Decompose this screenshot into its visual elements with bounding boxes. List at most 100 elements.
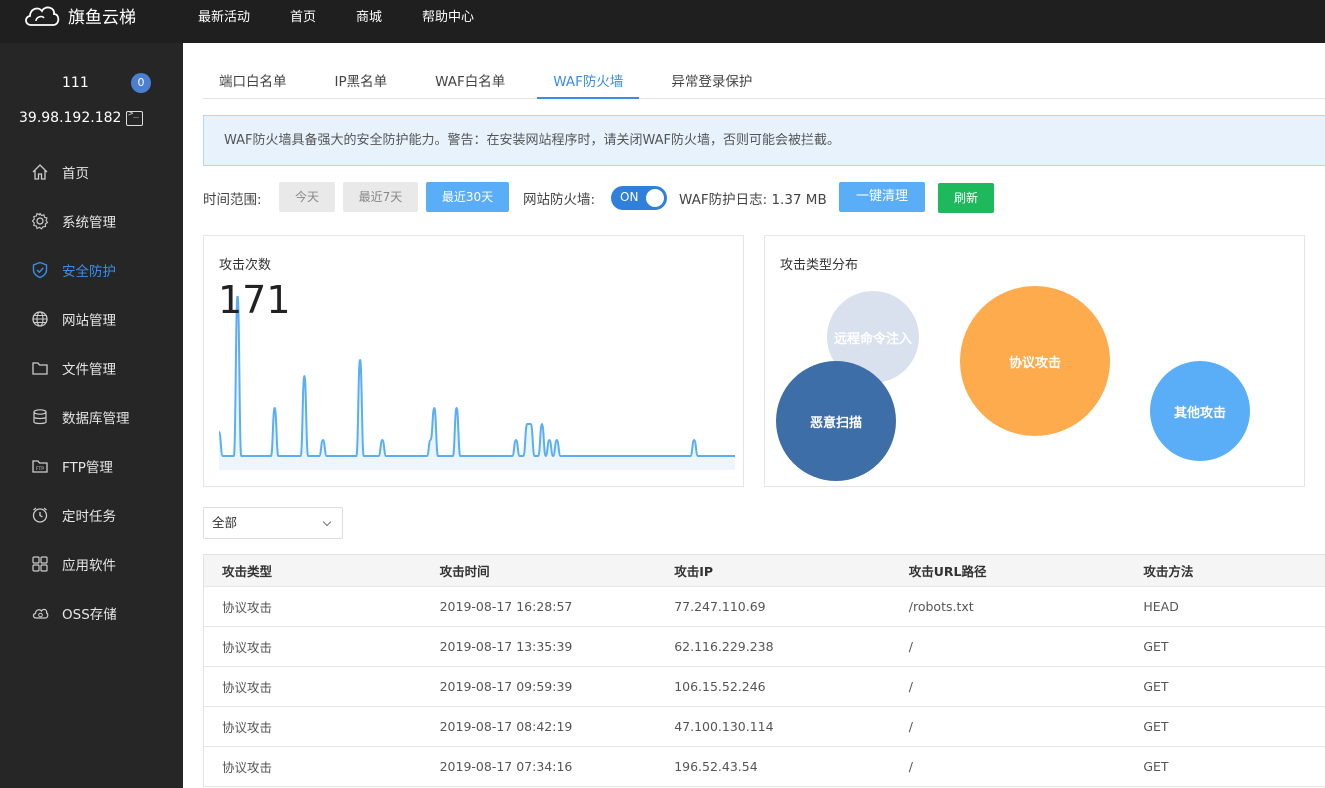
- cell-method: GET: [1143, 759, 1169, 774]
- sidebar-item-label: 网站管理: [62, 312, 116, 329]
- home-icon: [31, 163, 49, 181]
- clock-icon: [31, 506, 49, 524]
- table-row[interactable]: 协议攻击 2019-08-17 09:59:39 106.15.52.246 /…: [204, 667, 1325, 707]
- cell-method: HEAD: [1143, 599, 1179, 614]
- sidebar-item-ftp[interactable]: FTP FTP管理: [0, 441, 183, 490]
- toggle-state-text: ON: [620, 190, 639, 204]
- cell-type: 协议攻击: [222, 600, 273, 615]
- col-url[interactable]: 攻击URL路径: [909, 561, 1144, 580]
- cell-time: 2019-08-17 09:59:39: [439, 679, 573, 694]
- toggle-knob: [646, 189, 664, 207]
- database-icon: [31, 408, 49, 426]
- table-row[interactable]: 协议攻击 2019-08-17 13:35:39 62.116.229.238 …: [204, 627, 1325, 667]
- attack-count-panel: 攻击次数 171: [203, 235, 744, 487]
- sidebar-item-label: 定时任务: [62, 508, 116, 525]
- tab-waf-whitelist[interactable]: WAF白名单: [419, 64, 521, 99]
- terminal-icon[interactable]: [126, 109, 143, 126]
- sidebar-item-label: 应用软件: [62, 557, 116, 574]
- attack-count-title: 攻击次数: [219, 258, 272, 273]
- topnav-latest[interactable]: 最新活动: [198, 6, 250, 25]
- sidebar-item-label: 系统管理: [62, 214, 116, 231]
- logo[interactable]: 旗鱼云梯: [22, 0, 136, 31]
- sidebar-item-label: FTP管理: [62, 459, 113, 476]
- table-row[interactable]: 协议攻击 2019-08-17 16:28:57 77.247.110.69 /…: [204, 587, 1325, 627]
- brand-name: 旗鱼云梯: [68, 8, 136, 28]
- table-row[interactable]: 协议攻击 2019-08-17 07:34:16 196.52.43.54 / …: [204, 747, 1325, 787]
- user-name: 111: [62, 75, 89, 91]
- chart-area-fill: [219, 296, 735, 456]
- cell-method: GET: [1143, 639, 1169, 654]
- cell-url: /robots.txt: [908, 599, 974, 614]
- bubble-protocol[interactable]: 协议攻击: [960, 286, 1110, 436]
- cell-ip: 106.15.52.246: [674, 679, 766, 694]
- bubble-other[interactable]: 其他攻击: [1150, 361, 1250, 461]
- firewall-toggle[interactable]: ON: [611, 186, 667, 210]
- sidebar-item-system[interactable]: 系统管理: [0, 196, 183, 245]
- col-method[interactable]: 攻击方法: [1143, 561, 1325, 580]
- attack-count-total: 171: [218, 278, 291, 322]
- security-tabs: 端口白名单 IP黑名单 WAF白名单 WAF防火墙 异常登录保护: [203, 64, 1325, 99]
- attack-type-select[interactable]: 全部: [203, 507, 343, 539]
- tab-port-whitelist[interactable]: 端口白名单: [203, 64, 303, 99]
- sidebar-menu: 首页 系统管理 安全防护 网站管理 文件管理 数据库管理 FTP FTP管理 定: [0, 147, 183, 637]
- sidebar-item-label: 安全防护: [62, 263, 116, 280]
- range-30days-button[interactable]: 最近30天: [426, 182, 509, 212]
- refresh-button[interactable]: 刷新: [938, 183, 994, 213]
- tab-login-protection[interactable]: 异常登录保护: [655, 64, 768, 99]
- sidebar-item-label: 数据库管理: [62, 410, 130, 427]
- attack-type-title: 攻击类型分布: [780, 258, 859, 273]
- chart-baseline-band: [219, 456, 735, 470]
- select-value: 全部: [212, 515, 238, 530]
- bubble-scan[interactable]: 恶意扫描: [776, 361, 896, 481]
- cell-method: GET: [1143, 679, 1169, 694]
- range-7days-button[interactable]: 最近7天: [343, 182, 418, 212]
- topnav-help[interactable]: 帮助中心: [422, 6, 474, 25]
- attack-type-panel: 攻击类型分布 远程命令注入 协议攻击 恶意扫描 其他攻击: [764, 235, 1305, 487]
- table-header: 攻击类型 攻击时间 攻击IP 攻击URL路径 攻击方法: [204, 555, 1325, 587]
- cell-url: /: [908, 759, 913, 774]
- table-row[interactable]: 协议攻击 2019-08-17 08:42:19 47.100.130.114 …: [204, 707, 1325, 747]
- topnav-home[interactable]: 首页: [290, 6, 316, 25]
- notification-badge[interactable]: 0: [131, 73, 151, 93]
- bubble-label: 协议攻击: [1008, 355, 1061, 371]
- clear-log-button[interactable]: 一键清理: [839, 182, 925, 212]
- sidebar-item-database[interactable]: 数据库管理: [0, 392, 183, 441]
- svg-text:FTP: FTP: [36, 466, 44, 472]
- cell-url: /: [908, 679, 913, 694]
- sidebar-item-apps[interactable]: 应用软件: [0, 539, 183, 588]
- sidebar-item-files[interactable]: 文件管理: [0, 343, 183, 392]
- attack-count-chart: [219, 296, 735, 470]
- col-time[interactable]: 攻击时间: [440, 561, 675, 580]
- shield-icon: [31, 261, 49, 279]
- sidebar-item-oss[interactable]: OSS存储: [0, 588, 183, 637]
- globe-icon: [31, 310, 49, 328]
- sidebar-item-security[interactable]: 安全防护: [0, 245, 183, 294]
- sidebar-item-label: OSS存储: [62, 606, 117, 623]
- cell-time: 2019-08-17 13:35:39: [439, 639, 573, 654]
- col-type[interactable]: 攻击类型: [204, 561, 440, 580]
- cell-type: 协议攻击: [222, 640, 273, 655]
- range-today-button[interactable]: 今天: [279, 182, 335, 212]
- waf-notice: WAF防火墙具备强大的安全防护能力。警告：在安装网站程序时，请关闭WAF防火墙，…: [203, 115, 1325, 166]
- sidebar-item-label: 文件管理: [62, 361, 116, 378]
- sidebar-item-home[interactable]: 首页: [0, 147, 183, 196]
- tab-ip-blacklist[interactable]: IP黑名单: [319, 64, 404, 99]
- chart-series-line: [219, 296, 735, 458]
- cell-time: 2019-08-17 08:42:19: [439, 719, 573, 734]
- cloud-logo-icon: [25, 6, 60, 26]
- top-nav: 最新活动 首页 商城 帮助中心: [198, 0, 514, 31]
- tab-waf-firewall[interactable]: WAF防火墙: [537, 64, 640, 99]
- sidebar-item-websites[interactable]: 网站管理: [0, 294, 183, 343]
- chevron-down-icon: [322, 517, 332, 527]
- cell-method: GET: [1143, 719, 1169, 734]
- cell-time: 2019-08-17 16:28:57: [439, 599, 573, 614]
- cell-type: 协议攻击: [222, 720, 273, 735]
- cell-url: /: [908, 719, 913, 734]
- cell-type: 协议攻击: [222, 760, 273, 775]
- waf-log-size: WAF防护日志: 1.37 MB: [679, 192, 827, 208]
- sidebar-item-cron[interactable]: 定时任务: [0, 490, 183, 539]
- cell-time: 2019-08-17 07:34:16: [439, 759, 573, 774]
- col-ip[interactable]: 攻击IP: [674, 561, 909, 580]
- cell-type: 协议攻击: [222, 680, 273, 695]
- topnav-store[interactable]: 商城: [356, 6, 382, 25]
